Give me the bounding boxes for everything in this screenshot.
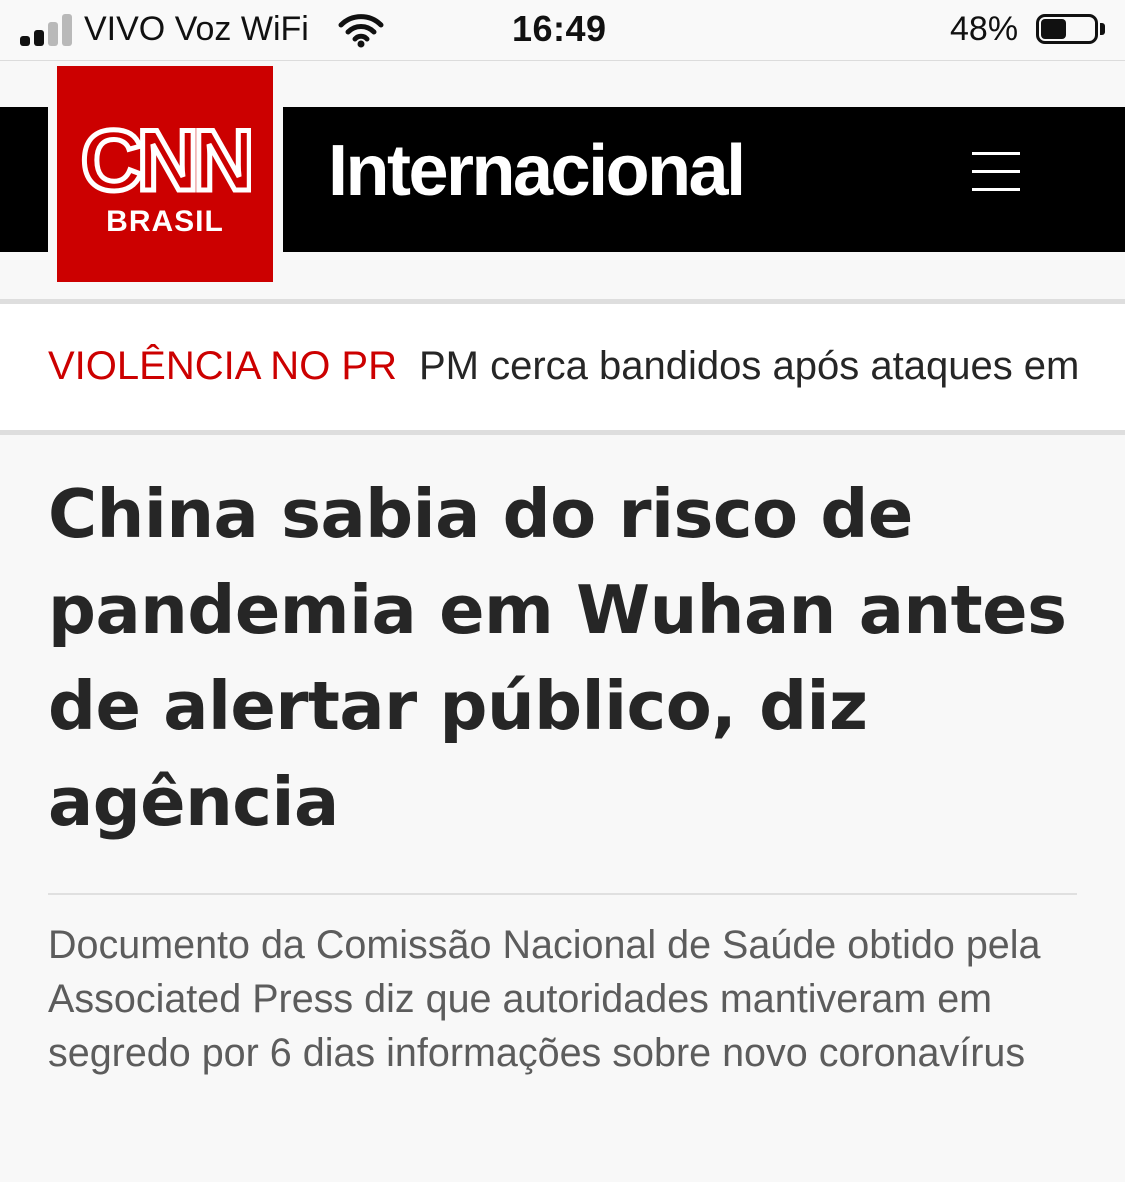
- status-bar: VIVO Voz WiFi 16:49 48%: [0, 0, 1125, 61]
- ticker-label: VIOLÊNCIA NO PR: [48, 344, 397, 388]
- cnn-brasil-logo[interactable]: CNN BRASIL: [57, 66, 273, 282]
- headline-divider: [48, 893, 1077, 895]
- cnn-logo-icon: CNN: [79, 114, 251, 212]
- breaking-news-ticker[interactable]: VIOLÊNCIA NO PR PM cerca bandidos após at…: [0, 299, 1125, 435]
- logo-wordmark: CNN: [81, 114, 250, 209]
- status-time: 16:49: [512, 8, 607, 49]
- battery-icon: [1036, 14, 1110, 48]
- carrier-name: VIVO Voz WiFi: [84, 10, 309, 48]
- article-summary: Documento da Comissão Nacional de Saúde …: [48, 923, 1041, 1075]
- hamburger-menu-icon[interactable]: [960, 142, 1030, 202]
- wifi-icon: [338, 14, 384, 48]
- article-headline: China sabia do risco de pandemia em Wuha…: [48, 475, 1067, 841]
- battery-percentage: 48%: [950, 10, 1019, 48]
- cellular-signal-icon: [20, 14, 72, 46]
- battery-level-fill: [1041, 19, 1066, 39]
- section-title[interactable]: Internacional: [328, 130, 746, 212]
- logo-subtitle: BRASIL: [106, 205, 224, 238]
- ticker-headline[interactable]: PM cerca bandidos após ataques em: [419, 344, 1079, 388]
